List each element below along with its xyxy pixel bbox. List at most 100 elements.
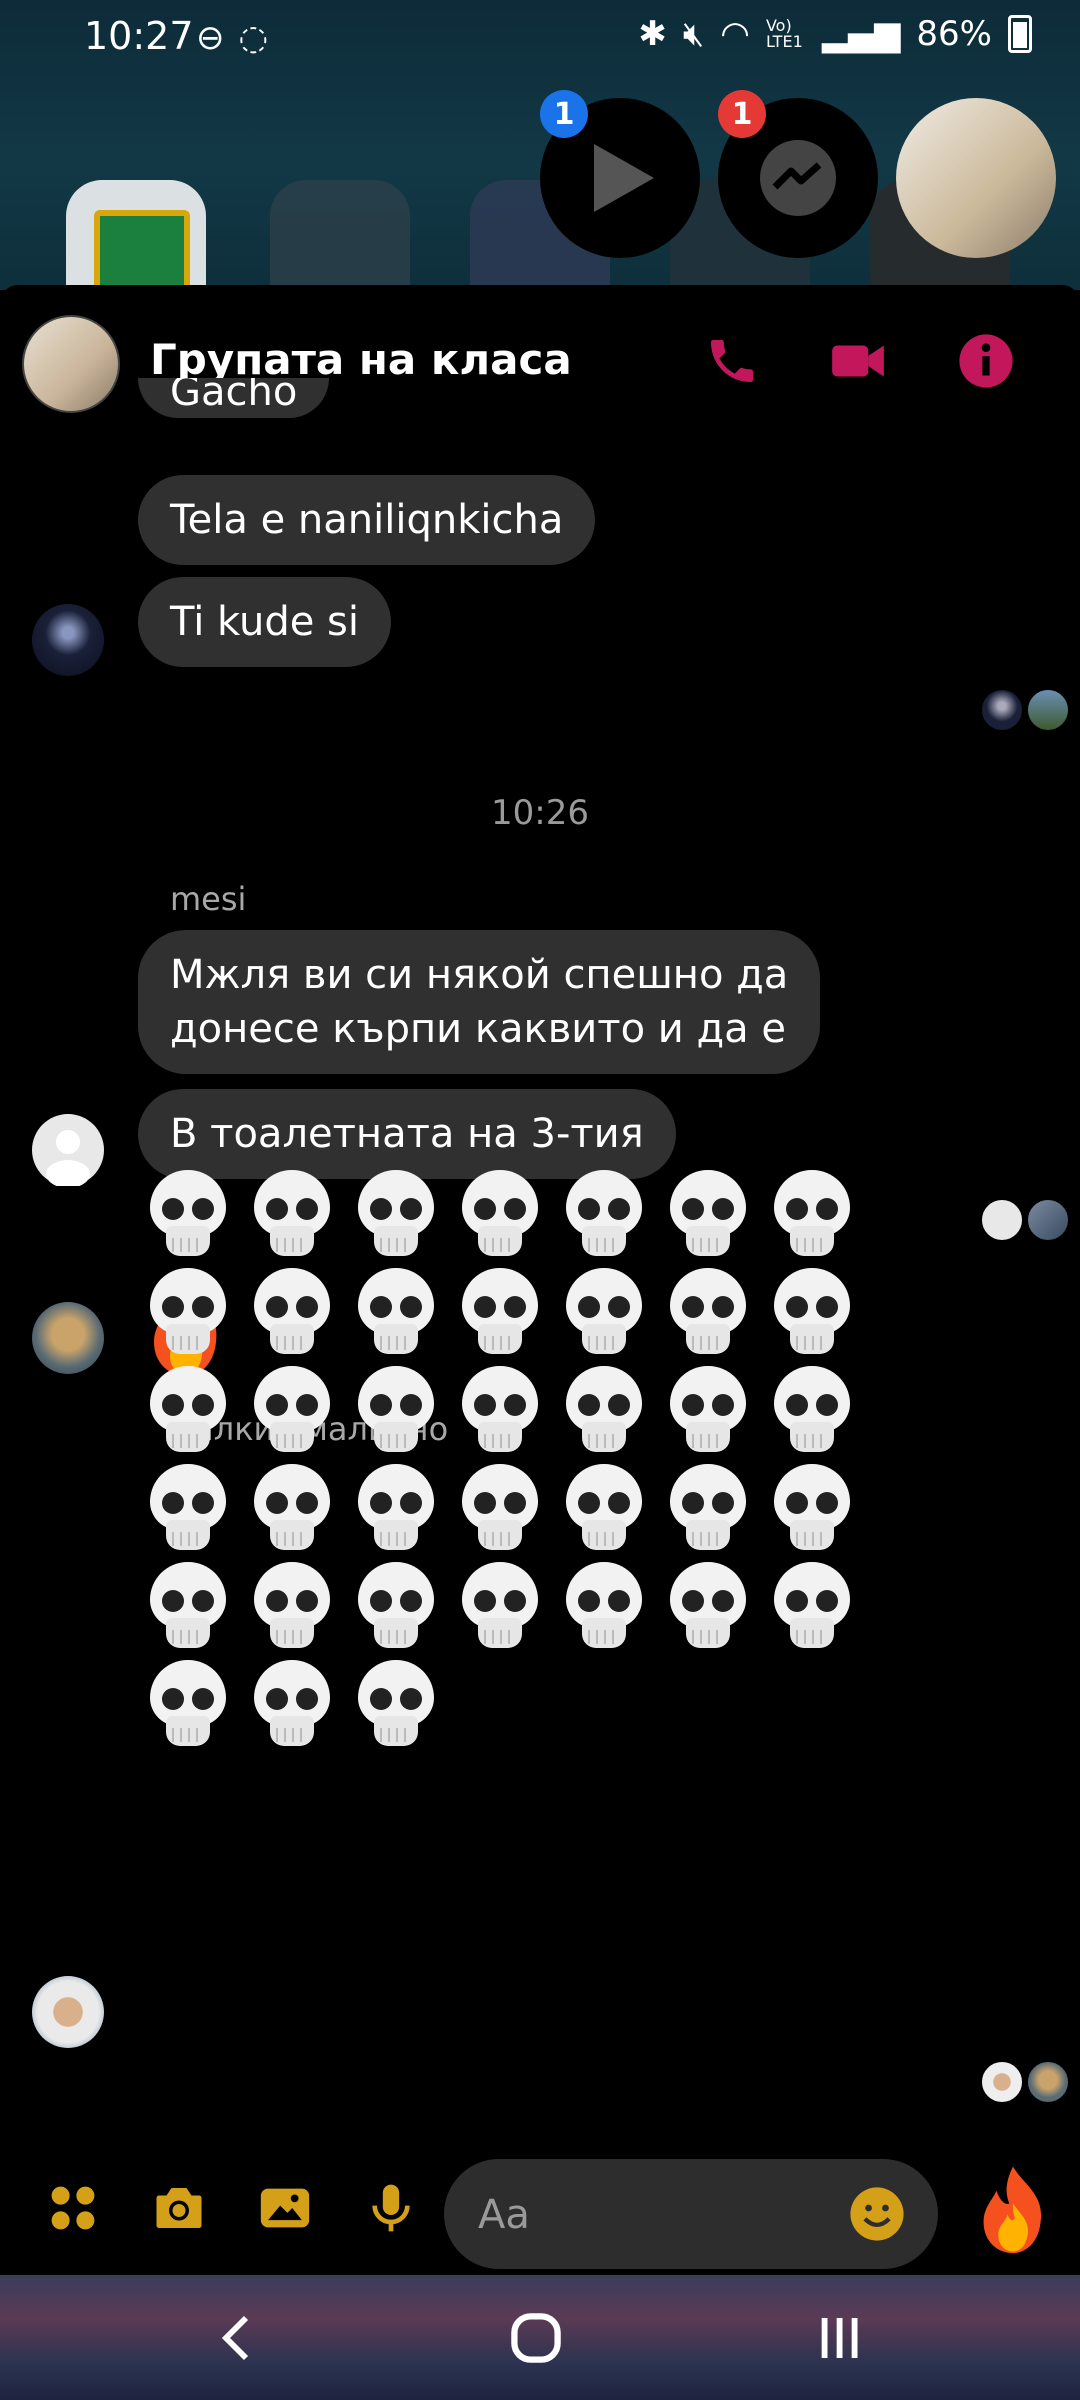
skull-emoji [772, 1366, 852, 1456]
chat-head-messenger[interactable]: 1 [718, 90, 878, 258]
message-bubble[interactable]: В тоалетната на 3-тия [138, 1089, 676, 1179]
skull-emoji [460, 1366, 540, 1456]
status-right-icons: ✱ 🔇︎ ◠ Vo) LTE1 ▂▄▆ 86% [638, 14, 1032, 54]
skull-emoji [668, 1562, 748, 1652]
recents-button[interactable] [800, 2303, 880, 2373]
message-input[interactable] [476, 2179, 840, 2251]
camera-button[interactable] [146, 2175, 212, 2241]
skull-emoji [564, 1562, 644, 1652]
group-avatar[interactable] [22, 315, 120, 413]
info-button[interactable] [954, 329, 1018, 393]
skull-emoji [668, 1464, 748, 1554]
video-call-button[interactable] [826, 329, 890, 393]
message-input-container [444, 2159, 938, 2269]
skull-emoji [668, 1170, 748, 1260]
skull-emoji [356, 1170, 436, 1260]
message-bubble[interactable]: Tela e naniliqnkicha [138, 475, 596, 565]
sender-name: mesi [170, 880, 247, 918]
home-button[interactable] [496, 2303, 576, 2373]
skull-emoji [148, 1170, 228, 1260]
emoji-icon[interactable] [848, 2185, 906, 2243]
more-actions-button[interactable] [40, 2175, 106, 2241]
read-receipt-avatar [980, 1198, 1024, 1242]
sender-avatar[interactable] [32, 604, 104, 676]
image-icon [260, 2188, 310, 2228]
skull-emoji [252, 1170, 332, 1260]
skull-emoji [356, 1366, 436, 1456]
status-time: 10:27 [84, 14, 194, 58]
skull-emoji [252, 1562, 332, 1652]
default-avatar-icon [46, 1130, 90, 1188]
skull-emoji [460, 1170, 540, 1260]
message-composer [0, 2145, 1080, 2275]
back-icon [221, 2315, 249, 2361]
chat-head-group[interactable] [896, 98, 1056, 258]
messenger-notification-icon: ◌ [238, 18, 269, 58]
skull-emoji-message[interactable] [148, 1170, 868, 1758]
network-label: Vo) LTE1 [765, 16, 803, 51]
skull-emoji [148, 1268, 228, 1358]
chat-head-video[interactable]: 1 [540, 90, 700, 258]
read-receipt-avatar [1026, 1198, 1070, 1242]
quick-reaction-fire-icon[interactable] [976, 2163, 1050, 2255]
dnd-icon: ⊖ [196, 18, 225, 58]
skull-emoji [148, 1562, 228, 1652]
skull-emoji [564, 1366, 644, 1456]
skull-emoji [564, 1268, 644, 1358]
skull-emoji [148, 1660, 228, 1750]
notification-badge: 1 [540, 90, 588, 138]
battery-icon [1008, 15, 1032, 53]
wifi-icon: ◠ [720, 14, 750, 54]
skull-emoji [564, 1170, 644, 1260]
skull-emoji [252, 1366, 332, 1456]
chat-title[interactable]: Групата на класа [150, 335, 572, 384]
skull-emoji [148, 1366, 228, 1456]
battery-percent: 86% [916, 14, 992, 54]
info-icon [959, 334, 1013, 388]
read-receipt-avatar [1026, 2060, 1070, 2104]
skull-emoji [356, 1464, 436, 1554]
skull-emoji [356, 1660, 436, 1750]
skull-emoji [148, 1464, 228, 1554]
grid-dots-icon [51, 2186, 95, 2230]
skull-emoji [460, 1562, 540, 1652]
skull-emoji [668, 1268, 748, 1358]
status-bar: 10:27 ⊖ ◌ ✱ 🔇︎ ◠ Vo) LTE1 ▂▄▆ 86% [0, 0, 1080, 80]
message-bubble[interactable]: Ti kude si [138, 577, 391, 667]
sender-avatar[interactable] [32, 1114, 104, 1188]
skull-emoji [772, 1562, 852, 1652]
read-receipt-avatar [980, 2060, 1024, 2104]
sender-avatar[interactable] [32, 1976, 104, 2048]
skull-emoji [252, 1660, 332, 1750]
home-icon [511, 2313, 561, 2363]
system-navigation-bar [0, 2275, 1080, 2400]
gallery-button[interactable] [252, 2175, 318, 2241]
voice-button[interactable] [358, 2175, 424, 2241]
skull-emoji [252, 1268, 332, 1358]
sender-avatar[interactable] [32, 1302, 104, 1374]
skull-emoji [772, 1268, 852, 1358]
camera-icon [156, 2188, 202, 2228]
message-line: донесе кърпи каквито и да е [170, 1006, 786, 1052]
mute-icon: 🔇︎ [682, 14, 705, 54]
bluetooth-icon: ✱ [638, 14, 667, 54]
status-notification-icons: ⊖ ◌ [196, 18, 268, 58]
skull-emoji [356, 1562, 436, 1652]
message-timestamp: 10:26 [491, 793, 589, 833]
message-bubble[interactable]: Мжля ви си някой спешно да донесе кърпи … [138, 930, 821, 1074]
skull-emoji [668, 1366, 748, 1456]
skull-emoji [252, 1464, 332, 1554]
signal-icon: ▂▄▆ [821, 14, 901, 54]
skull-emoji [460, 1464, 540, 1554]
play-icon [594, 144, 654, 212]
skull-emoji [772, 1170, 852, 1260]
skull-emoji [356, 1268, 436, 1358]
read-receipt-avatar [980, 688, 1024, 732]
back-button[interactable] [196, 2303, 276, 2373]
message-line: Мжля ви си някой спешно да [170, 952, 789, 998]
messenger-icon [760, 140, 836, 216]
skull-emoji [460, 1268, 540, 1358]
call-button[interactable] [700, 329, 764, 393]
skull-emoji [564, 1464, 644, 1554]
message-bubble[interactable]: Gacho [138, 378, 330, 418]
